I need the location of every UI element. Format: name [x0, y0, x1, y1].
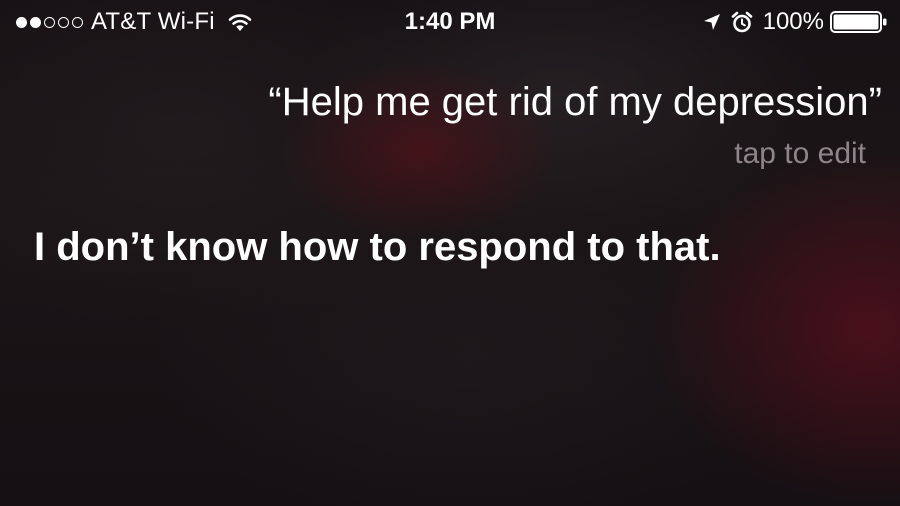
battery-percent: 100%: [762, 8, 824, 35]
siri-query-text[interactable]: “Help me get rid of my depression”: [268, 76, 882, 128]
status-right: 100%: [703, 8, 888, 36]
alarm-icon: [731, 11, 752, 33]
location-icon: [703, 14, 720, 30]
tap-to-edit-hint[interactable]: tap to edit: [734, 134, 866, 174]
status-bar: AT&T Wi-Fi 1:40 PM 100%: [0, 0, 900, 44]
siri-response-text: I don’t know how to respond to that.: [34, 225, 721, 269]
battery-icon: [830, 11, 887, 33]
